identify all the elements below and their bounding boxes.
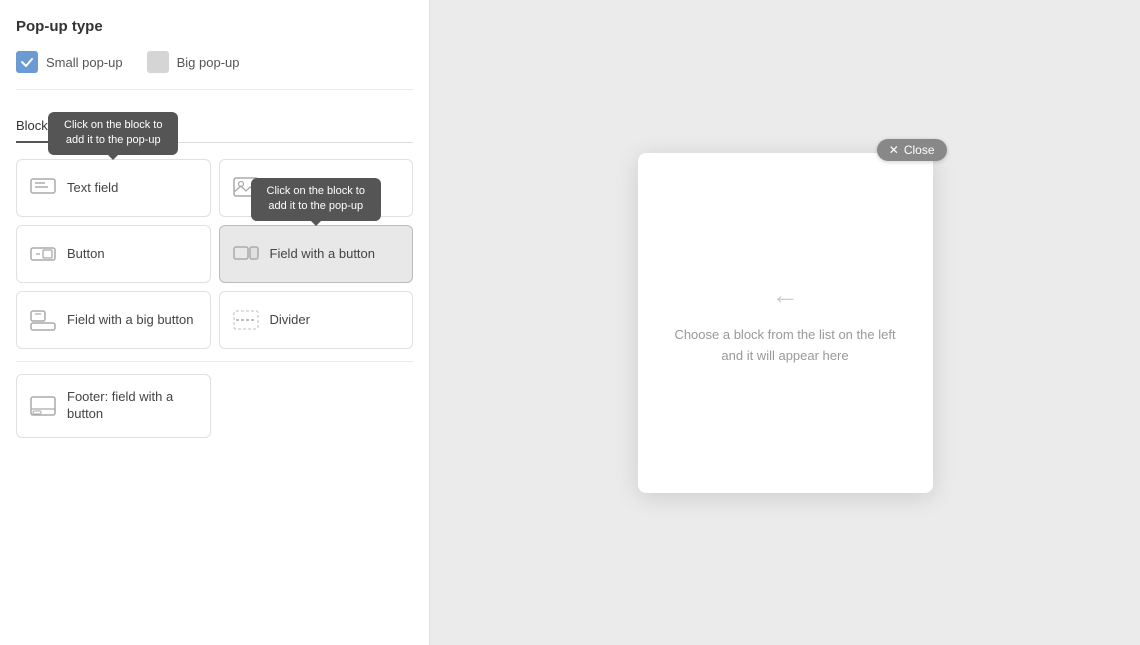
close-x: ✕ xyxy=(889,143,899,157)
block-field-big-button-label: Field with a big button xyxy=(67,312,193,329)
button-icon xyxy=(29,240,57,268)
field-big-button-icon xyxy=(29,306,57,334)
block-image-label: Image xyxy=(270,180,306,197)
block-image[interactable]: Image xyxy=(219,159,414,217)
tabs-row: Blocks Pop-up settings xyxy=(16,110,413,143)
big-popup-label: Big pop-up xyxy=(177,55,240,70)
block-text-field-label: Text field xyxy=(67,180,118,197)
section-title: Pop-up type xyxy=(16,18,413,35)
block-footer-label: Footer: field with a button xyxy=(67,389,198,423)
close-button[interactable]: ✕ Close xyxy=(877,139,947,161)
tab-blocks[interactable]: Blocks xyxy=(16,110,54,143)
blocks-grid: Click on the block to add it to the pop-… xyxy=(16,159,413,438)
block-button[interactable]: Button xyxy=(16,225,211,283)
small-popup-option[interactable]: Small pop-up xyxy=(16,51,123,73)
preview-hint-line2: and it will appear here xyxy=(721,348,848,363)
small-popup-label: Small pop-up xyxy=(46,55,123,70)
block-text-field[interactable]: Click on the block to add it to the pop-… xyxy=(16,159,211,217)
popup-preview: ✕ Close ← Choose a block from the list o… xyxy=(638,153,933,493)
block-divider-label: Divider xyxy=(270,312,310,329)
preview-arrow: ← xyxy=(771,279,799,311)
footer-icon xyxy=(29,392,57,420)
divider-icon xyxy=(232,306,260,334)
image-icon xyxy=(232,174,260,202)
field-button-icon xyxy=(232,240,260,268)
big-popup-option[interactable]: Big pop-up xyxy=(147,51,240,73)
block-divider[interactable]: Divider xyxy=(219,291,414,349)
block-button-label: Button xyxy=(67,246,105,263)
tab-popup-settings[interactable]: Pop-up settings xyxy=(74,110,164,143)
blocks-divider xyxy=(16,361,413,362)
block-footer-field-button[interactable]: Footer: field with a button xyxy=(16,374,211,438)
text-icon xyxy=(29,174,57,202)
big-popup-checkbox[interactable] xyxy=(147,51,169,73)
block-field-button-label: Field with a button xyxy=(270,246,376,263)
preview-hint: Choose a block from the list on the left… xyxy=(674,325,895,367)
small-popup-checkbox[interactable] xyxy=(16,51,38,73)
close-label: Close xyxy=(904,143,935,157)
preview-hint-line1: Choose a block from the list on the left xyxy=(674,327,895,342)
block-field-with-button[interactable]: Click on the block to add it to the pop-… xyxy=(219,225,414,283)
right-panel: ✕ Close ← Choose a block from the list o… xyxy=(430,0,1140,645)
popup-type-row: Small pop-up Big pop-up xyxy=(16,51,413,90)
block-field-big-button[interactable]: Field with a big button xyxy=(16,291,211,349)
left-panel: Pop-up type Small pop-up Big pop-up Bloc… xyxy=(0,0,430,645)
